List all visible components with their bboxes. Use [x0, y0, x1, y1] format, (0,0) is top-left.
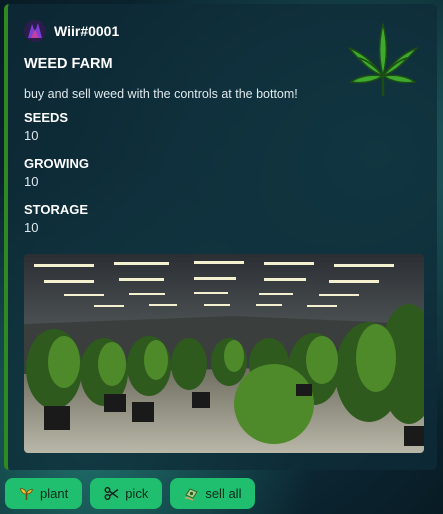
author-avatar[interactable]	[24, 20, 46, 42]
field-name: SEEDS	[24, 110, 69, 125]
field-growing: GROWING 10	[24, 156, 89, 189]
pick-button[interactable]: pick	[90, 478, 163, 509]
scissors-icon	[104, 486, 119, 501]
field-value: 10	[24, 220, 39, 235]
field-storage: STORAGE 10	[24, 202, 88, 235]
sell-all-button-label: sell all	[205, 486, 242, 501]
embed-title: WEED FARM	[24, 56, 113, 72]
grow-room-image[interactable]	[24, 254, 424, 453]
field-name: GROWING	[24, 156, 89, 171]
embed-description: buy and sell weed with the controls at t…	[24, 87, 298, 101]
pick-button-label: pick	[125, 486, 149, 501]
field-seeds: SEEDS 10	[24, 110, 68, 143]
field-value: 10	[24, 128, 39, 143]
sell-all-button[interactable]: sell all	[170, 478, 256, 509]
field-name: STORAGE	[24, 202, 89, 217]
plant-button[interactable]: plant	[5, 478, 83, 509]
author-name[interactable]: Wiir#0001	[54, 23, 119, 39]
field-value: 10	[24, 174, 39, 189]
sprout-icon	[19, 486, 34, 501]
cannabis-leaf-icon	[341, 18, 425, 102]
action-row: plant pick sell all	[5, 478, 256, 509]
embed-card: Wiir#0001 WEED FARM buy and sell weed wi…	[4, 4, 437, 470]
plant-button-label: plant	[40, 486, 69, 501]
embed-author: Wiir#0001	[24, 19, 119, 43]
money-icon	[184, 486, 199, 501]
